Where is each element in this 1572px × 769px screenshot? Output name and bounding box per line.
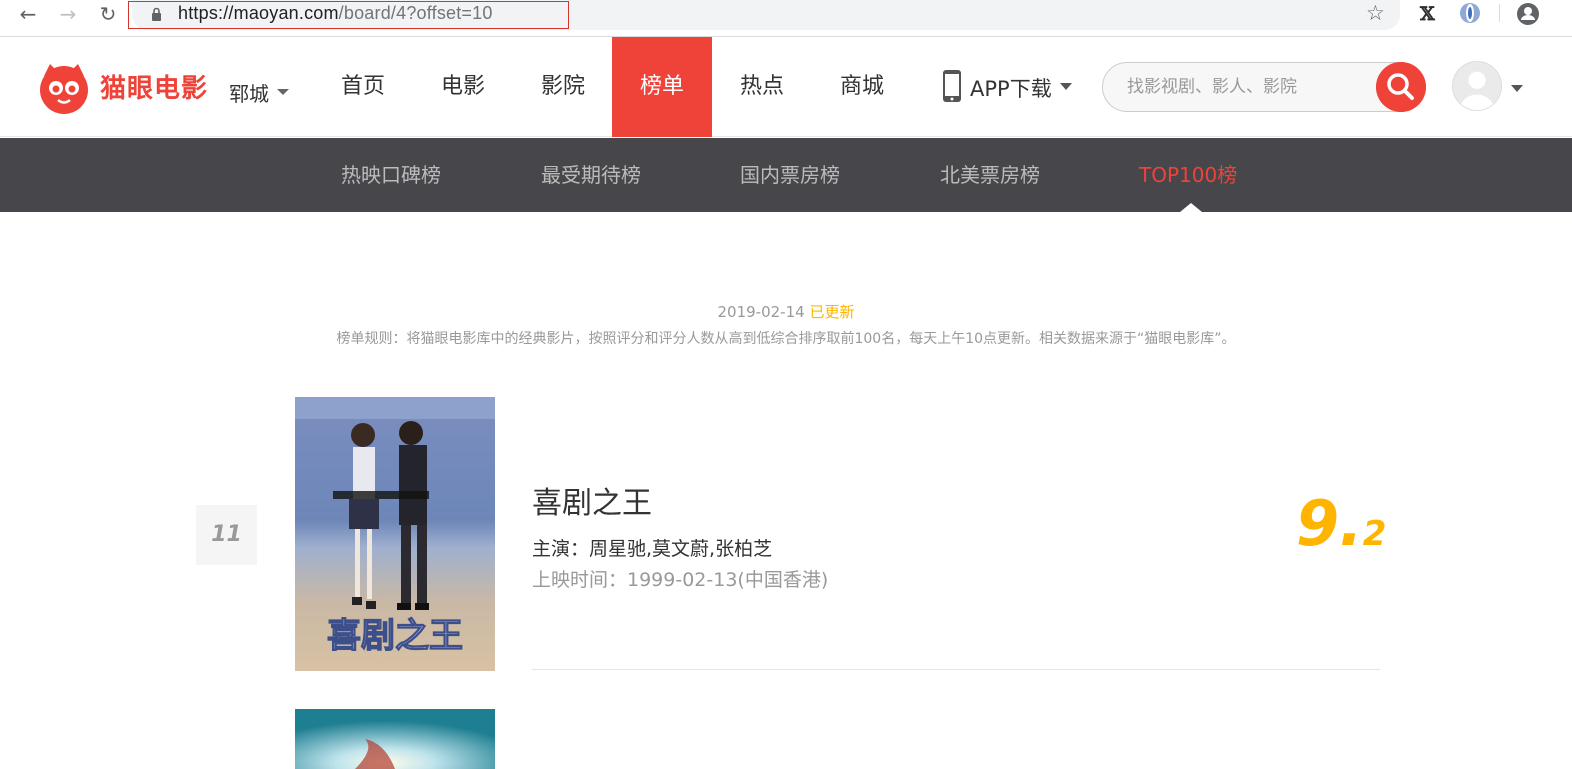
back-arrow-icon[interactable]: ← xyxy=(16,2,40,26)
extension-x-icon[interactable]: 𝕏 xyxy=(1420,3,1435,25)
caret-down-icon[interactable] xyxy=(1060,83,1072,90)
maoyan-cat-logo-icon[interactable] xyxy=(38,62,90,114)
site-header: 猫眼电影 郓城 首页 电影 影院 榜单 热点 商城 APP下载 xyxy=(0,37,1572,137)
nav-home[interactable]: 首页 xyxy=(313,37,413,137)
city-selector[interactable]: 郓城 xyxy=(229,78,269,107)
browser-toolbar: ← → ↻ https://maoyan.com/board/4?offset=… xyxy=(0,0,1572,37)
next-movie-poster[interactable] xyxy=(295,709,495,769)
rank-badge: 11 xyxy=(196,505,257,565)
update-status: 已更新 xyxy=(809,303,855,321)
item-divider xyxy=(532,669,1380,670)
movie-release: 上映时间：1999-02-13(中国香港) xyxy=(532,569,829,591)
url-text[interactable]: https://maoyan.com/board/4?offset=10 xyxy=(178,3,493,24)
movie-stars: 主演：周星驰,莫文蔚,张柏芝 xyxy=(532,538,773,560)
reload-icon[interactable]: ↻ xyxy=(96,2,120,26)
board-subnav: 热映口碑榜 最受期待榜 国内票房榜 北美票房榜 TOP100榜 xyxy=(0,138,1572,212)
update-date: 2019-02-14 xyxy=(717,303,805,321)
score-integer: 9. xyxy=(1296,487,1363,560)
caret-down-icon[interactable] xyxy=(277,89,289,95)
forward-arrow-icon[interactable]: → xyxy=(56,2,80,26)
phone-icon[interactable] xyxy=(942,69,962,103)
nav-mall[interactable]: 商城 xyxy=(812,37,912,137)
tab-hot-reputation[interactable]: 热映口碑榜 xyxy=(341,138,441,212)
search-icon[interactable] xyxy=(1376,62,1426,112)
tab-na-box-office[interactable]: 北美票房榜 xyxy=(940,138,1040,212)
poster-title: 喜剧之王 xyxy=(327,616,463,656)
toolbar-divider xyxy=(1499,4,1500,22)
search-input[interactable] xyxy=(1127,75,1367,99)
account-icon[interactable] xyxy=(1515,1,1541,27)
url-path: /board/4?offset=10 xyxy=(338,3,493,23)
logo-text[interactable]: 猫眼电影 xyxy=(100,68,208,105)
user-avatar[interactable] xyxy=(1452,61,1502,111)
caret-down-icon[interactable] xyxy=(1511,85,1523,92)
tab-most-expected[interactable]: 最受期待榜 xyxy=(541,138,641,212)
active-tab-pointer xyxy=(1180,203,1202,212)
bookmark-star-icon[interactable]: ☆ xyxy=(1366,1,1388,25)
nav-cinemas[interactable]: 影院 xyxy=(513,37,613,137)
nav-movies[interactable]: 电影 xyxy=(413,37,513,137)
score-fraction: 2 xyxy=(1362,514,1387,554)
movie-poster[interactable]: 喜剧之王 xyxy=(295,397,495,671)
board-rule: 榜单规则：将猫眼电影库中的经典影片，按照评分和评分人数从高到低综合排序取前100… xyxy=(336,331,1236,347)
tab-top100[interactable]: TOP100榜 xyxy=(1139,138,1237,212)
nav-hot[interactable]: 热点 xyxy=(712,37,812,137)
movie-score: 9.2 xyxy=(1296,487,1386,560)
tab-domestic-box-office[interactable]: 国内票房榜 xyxy=(740,138,840,212)
movie-title[interactable]: 喜剧之王 xyxy=(532,478,652,522)
update-info: 2019-02-14 已更新 xyxy=(0,301,1572,322)
app-download-link[interactable]: APP下载 xyxy=(970,73,1052,103)
extension-globe-icon[interactable] xyxy=(1458,2,1482,24)
url-host: https://maoyan.com xyxy=(178,3,339,23)
lock-icon xyxy=(152,7,161,21)
nav-board[interactable]: 榜单 xyxy=(612,37,712,137)
